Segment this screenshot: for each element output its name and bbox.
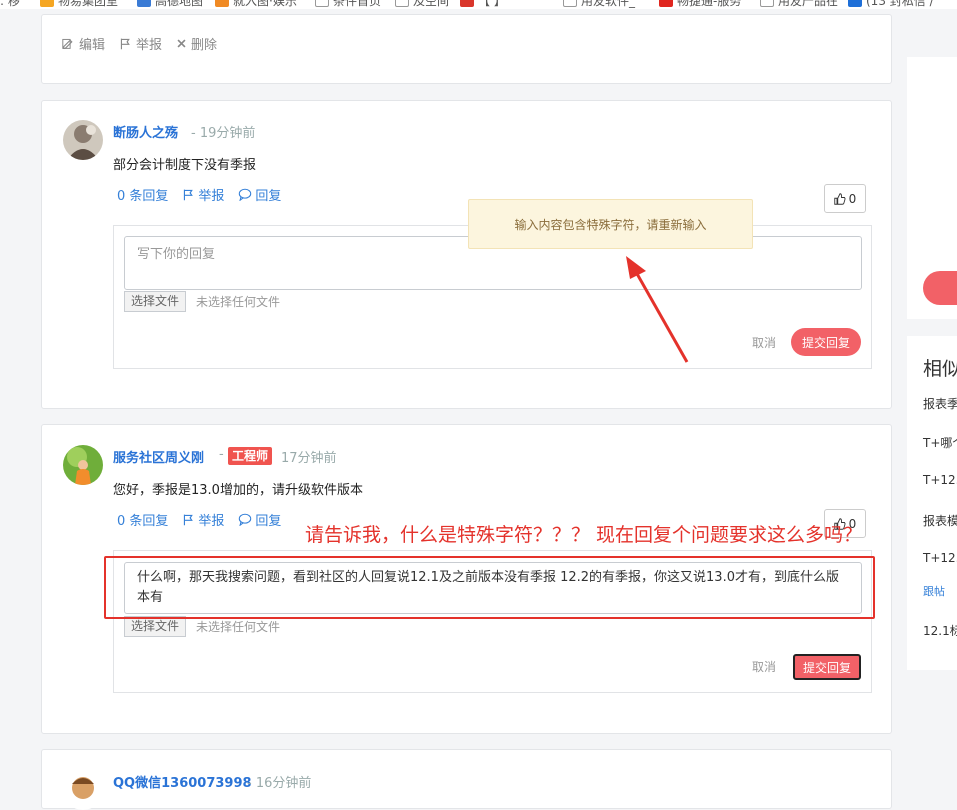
annotation-text: 请告诉我，什么是特殊字符？？？ 现在回复个问题要求这么多吗？ bbox=[305, 524, 863, 546]
annotation-highlight-box bbox=[104, 556, 875, 619]
arrow-head bbox=[626, 256, 646, 279]
arrow-line bbox=[634, 271, 689, 363]
annotation-arrow bbox=[626, 256, 689, 363]
